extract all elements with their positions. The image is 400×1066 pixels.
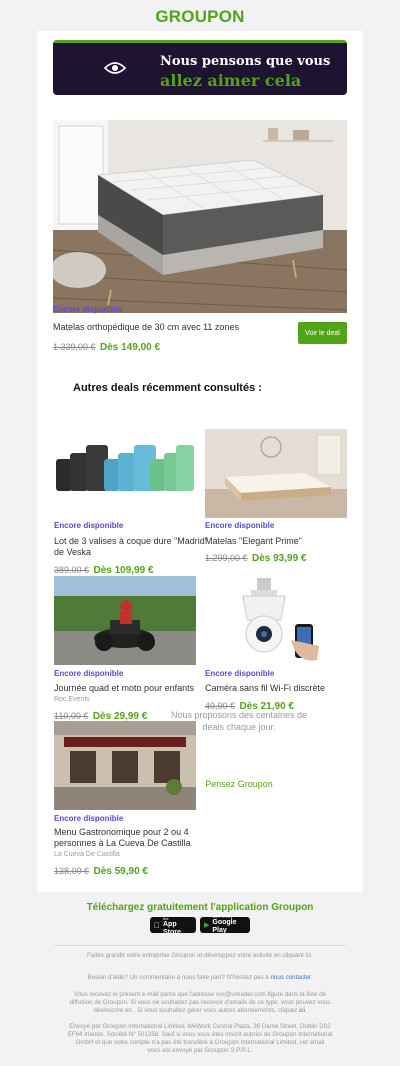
manage-subscriptions-link[interactable]: ici bbox=[299, 1007, 305, 1014]
hero-title[interactable]: Matelas orthopédique de 30 cm avec 11 zo… bbox=[53, 321, 239, 333]
deal-2-old-price: 1.299,00 € bbox=[205, 553, 248, 563]
deal-5-old-price: 138,00 € bbox=[54, 866, 90, 876]
deal-1-availability: Encore disponible bbox=[54, 521, 124, 530]
deal-4-title[interactable]: Caméra sans fil Wi-Fi discrète bbox=[205, 682, 325, 694]
deal-4-availability: Encore disponible bbox=[205, 669, 275, 678]
deal-2-new-price: Dès 93,99 € bbox=[252, 553, 307, 564]
banner-line-1: Nous pensons que vous bbox=[160, 54, 331, 69]
hero-availability: Encore disponible bbox=[53, 305, 123, 314]
footer-help-end: . bbox=[310, 974, 313, 981]
deal-5-price: 138,00 € Dès 59,90 € bbox=[54, 861, 148, 879]
footer-sender-line-1: Envoyé par Groupon International Limited… bbox=[69, 1023, 331, 1030]
footer-reason-line-3-wrap: désinscrire en . Si vous souhaitez gérer… bbox=[93, 1007, 307, 1014]
recent-deals-heading: Autres deals récemment consultés : bbox=[73, 382, 262, 394]
banner-line-2: allez aimer cela bbox=[160, 71, 302, 90]
footer-divider bbox=[54, 945, 346, 946]
deal-3-old-price: 110,00 € bbox=[54, 711, 89, 721]
deal-1-title-line-2[interactable]: de Veska bbox=[54, 546, 91, 558]
promo-line-2: deals chaque jour. bbox=[202, 722, 276, 732]
hero-old-price: 1.339,00 € bbox=[53, 342, 96, 352]
play-icon: ▶ bbox=[204, 922, 210, 929]
promo-text: Nous proposons des centaines de deals ch… bbox=[168, 709, 310, 733]
google-play-big-text: Google Play bbox=[212, 919, 237, 934]
deal-5-merchant: La Cueva De Castilla bbox=[54, 851, 120, 858]
deal-5-availability: Encore disponible bbox=[54, 814, 124, 823]
groupon-logo[interactable]: GROUPON bbox=[0, 7, 400, 27]
eye-icon bbox=[104, 62, 126, 74]
footer-sender-line-2: EF64 Irlande. Société N° 501358. Sauf si… bbox=[67, 1031, 333, 1038]
quad-deal-image[interactable] bbox=[54, 576, 196, 665]
app-store-badge[interactable]:  Download on the App Store bbox=[150, 913, 196, 936]
contact-us-link[interactable]: nous contacter bbox=[270, 974, 310, 981]
luggage-deal-image[interactable] bbox=[54, 429, 196, 518]
mattress-hero-image[interactable] bbox=[53, 120, 347, 313]
app-download-title: Téléchargez gratuitement l'application G… bbox=[86, 902, 314, 913]
deal-3-availability: Encore disponible bbox=[54, 669, 124, 678]
footer-reason-line-3: désinscrire en . Si vous souhaitez gérer… bbox=[93, 1007, 298, 1014]
restaurant-deal-image[interactable] bbox=[54, 721, 196, 810]
footer-reason-line-1: Vous recevez le présent e-mail parce que… bbox=[74, 991, 326, 998]
deal-5-title-line-2[interactable]: personnes à La Cueva De Castilla bbox=[54, 837, 191, 849]
elegant-mattress-image[interactable] bbox=[205, 429, 347, 518]
promo-line-1: Nous proposons des centaines de bbox=[170, 710, 308, 720]
footer-sender: Envoyé par Groupon International Limited… bbox=[54, 1023, 346, 1055]
deal-3-title[interactable]: Journée quad et moto pour enfants bbox=[54, 682, 194, 694]
footer-sender-line-3: GmbH et que votre compte n'a pas été tra… bbox=[75, 1039, 325, 1046]
view-deal-button[interactable]: Voir le deal bbox=[298, 322, 347, 344]
footer-help: Besoin d'aide? Un commentaire à nous fai… bbox=[54, 974, 346, 982]
camera-deal-image[interactable] bbox=[205, 576, 347, 665]
app-store-small-text: Download on the bbox=[157, 913, 188, 923]
footer-reason-line-2: diffusion de Groupon. Si vous ne souhait… bbox=[69, 999, 331, 1006]
hero-price: 1.339,00 € Dès 149,00 € bbox=[53, 337, 160, 355]
deal-2-title[interactable]: Matelas "Elegant Prime" bbox=[205, 535, 302, 547]
footer-reason: Vous recevez le présent e-mail parce que… bbox=[54, 991, 346, 1015]
deal-5-new-price: Dès 59,90 € bbox=[93, 866, 149, 877]
google-play-badge[interactable]: ▶ GET IT ON Google Play bbox=[200, 915, 250, 934]
recommendation-banner: Nous pensons que vous allez aimer cela bbox=[53, 40, 347, 95]
apple-icon:  bbox=[154, 921, 160, 930]
hero-new-price: Dès 149,00 € bbox=[100, 342, 161, 353]
deal-2-availability: Encore disponible bbox=[205, 521, 275, 530]
banner-accent-bar bbox=[53, 40, 347, 43]
app-store-big-text: App Store bbox=[157, 921, 191, 936]
deal-1-old-price: 389,00 € bbox=[54, 565, 90, 575]
think-groupon-link[interactable]: Pensez Groupon bbox=[168, 779, 310, 789]
deal-2-price: 1.299,00 € Dès 93,99 € bbox=[205, 548, 307, 566]
footer-merchant-line[interactable]: Faites grandir votre entreprise Groupon … bbox=[54, 952, 346, 960]
footer-sender-line-4: vous est envoyé par Groupon S.P.R.L. bbox=[147, 1047, 253, 1054]
deal-3-merchant: Roc Events bbox=[54, 696, 90, 703]
deal-1-new-price: Dès 109,99 € bbox=[93, 565, 154, 576]
footer-help-text: Besoin d'aide? Un commentaire à nous fai… bbox=[87, 974, 269, 981]
